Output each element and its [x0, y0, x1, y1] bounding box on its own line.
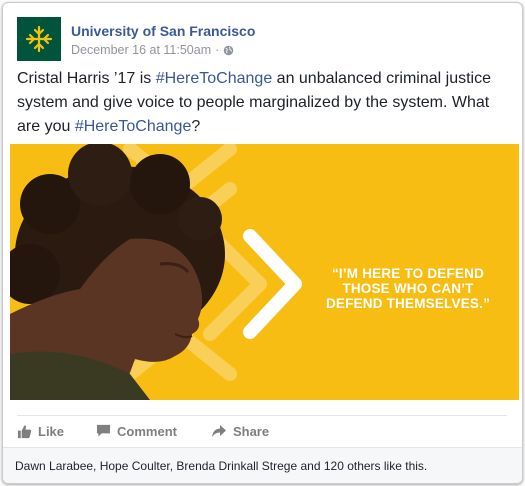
- hashtag-link[interactable]: #HereToChange: [156, 70, 273, 87]
- comment-label: Comment: [117, 423, 177, 439]
- post-image[interactable]: “I’M HERE TO DEFEND THOSE WHO CAN’T DEFE…: [10, 144, 519, 400]
- comment-button[interactable]: Comment: [96, 424, 177, 439]
- post-text-part: ?: [191, 118, 201, 135]
- like-label: Like: [38, 423, 65, 439]
- post-timestamp[interactable]: December 16 at 11:50am: [71, 43, 211, 57]
- post-meta: December 16 at 11:50am ·: [71, 43, 234, 57]
- university-logo[interactable]: [17, 17, 61, 61]
- post-message: Cristal Harris ’17 is #HereToChange an u…: [17, 67, 507, 139]
- usf-emblem-icon: [25, 25, 53, 53]
- image-quote: “I’M HERE TO DEFEND THOSE WHO CAN’T DEFE…: [325, 266, 491, 311]
- page-name-link[interactable]: University of San Francisco: [71, 23, 255, 39]
- share-label: Share: [232, 423, 270, 439]
- like-button[interactable]: Like: [17, 424, 64, 439]
- post-actions: Like Comment Share: [17, 417, 507, 445]
- actions-divider: [17, 415, 507, 416]
- meta-separator: ·: [215, 43, 220, 57]
- post-header: University of San Francisco December 16 …: [17, 17, 497, 63]
- facebook-post-card: University of San Francisco December 16 …: [2, 2, 523, 484]
- share-arrow-icon: [211, 425, 226, 437]
- hashtag-link[interactable]: #HereToChange: [75, 118, 192, 135]
- post-text-part: Cristal Harris ’17 is: [17, 70, 156, 87]
- share-button[interactable]: Share: [211, 424, 269, 439]
- globe-icon[interactable]: [223, 45, 234, 56]
- likes-summary[interactable]: Dawn Larabee, Hope Coulter, Brenda Drink…: [15, 459, 427, 473]
- likes-summary-bar: Dawn Larabee, Hope Coulter, Brenda Drink…: [3, 447, 522, 483]
- thumbs-up-icon: [17, 424, 32, 438]
- comment-icon: [96, 424, 111, 437]
